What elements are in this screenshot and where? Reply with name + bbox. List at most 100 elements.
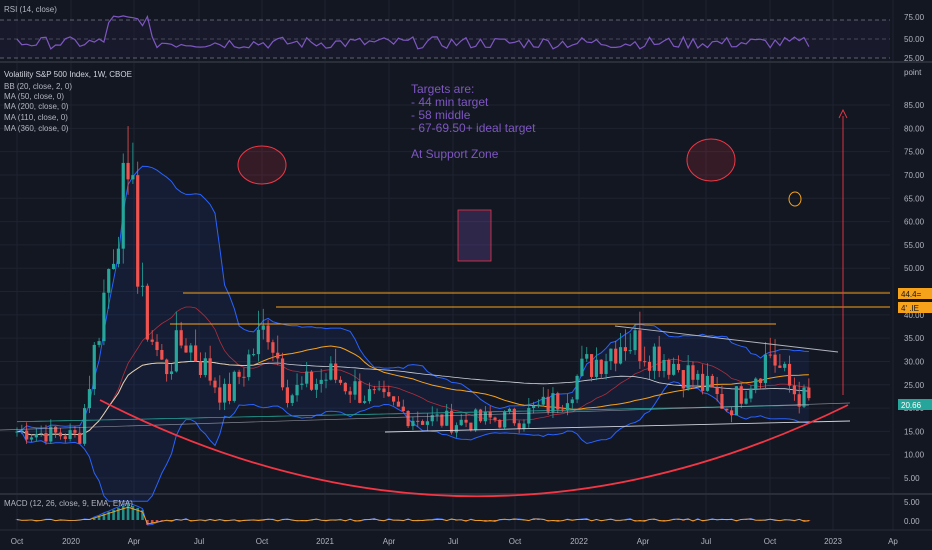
candle-body xyxy=(184,345,188,353)
price-tick-label: 10.00 xyxy=(904,451,925,460)
time-axis-label: 2021 xyxy=(316,537,334,546)
time-axis-label: Oct xyxy=(764,537,777,546)
candle-body xyxy=(348,391,352,395)
candle-body xyxy=(189,345,193,353)
candle-body xyxy=(338,379,343,383)
candle-body xyxy=(319,379,323,384)
candle-body xyxy=(358,381,362,403)
candle-body xyxy=(97,341,101,345)
candle-body xyxy=(34,433,38,438)
candle-body xyxy=(691,365,695,380)
candle-body xyxy=(169,371,174,375)
candle-body xyxy=(63,436,67,439)
candle-body xyxy=(387,392,391,397)
indicator-ma360-label[interactable]: MA (360, close, 0) xyxy=(4,124,69,133)
candle-body xyxy=(372,389,376,391)
candle-body xyxy=(686,365,690,389)
candle-body xyxy=(242,376,246,378)
candle-body xyxy=(551,393,555,412)
time-axis-label: Apr xyxy=(637,537,650,546)
candle-body xyxy=(276,352,280,359)
candle-body xyxy=(382,388,386,393)
time-axis-label: Jul xyxy=(701,537,711,546)
candle-body xyxy=(256,329,261,355)
candle-body xyxy=(725,408,729,411)
candle-body xyxy=(536,404,541,406)
candle-body xyxy=(599,359,603,374)
candle-body xyxy=(734,386,739,416)
indicator-bb-label[interactable]: BB (20, close, 2, 0) xyxy=(4,82,72,91)
candle-body xyxy=(768,354,772,356)
candle-body xyxy=(445,410,449,426)
candle-body xyxy=(29,437,34,440)
candle-body xyxy=(565,403,570,411)
chart-root: RSI (14, close) 75.00 50.00 25.00 Target… xyxy=(0,0,932,550)
candle-body xyxy=(266,325,270,343)
candle-body xyxy=(633,330,637,351)
candle-body xyxy=(247,354,251,378)
candle-body xyxy=(662,359,666,371)
candle-body xyxy=(78,432,82,444)
candle-body xyxy=(406,411,410,427)
indicator-ma50-label[interactable]: MA (50, close, 0) xyxy=(4,92,64,101)
candle-body xyxy=(474,409,478,431)
candle-body xyxy=(353,381,357,395)
candle-body xyxy=(541,396,545,405)
candle-body xyxy=(271,342,275,353)
candle-body xyxy=(802,387,806,407)
candle-body xyxy=(628,350,632,352)
candle-body xyxy=(507,408,512,412)
price-tick-label: 25.00 xyxy=(904,381,925,390)
highlight-ellipse-left xyxy=(237,145,287,185)
candle-body xyxy=(194,345,198,362)
indicator-ma200-label[interactable]: MA (200, close, 0) xyxy=(4,102,69,111)
candle-body xyxy=(15,431,19,433)
candle-body xyxy=(58,432,63,437)
candle-body xyxy=(213,380,217,388)
rsi-tick-25: 25.00 xyxy=(904,54,925,63)
candle-body xyxy=(435,414,439,416)
candle-body xyxy=(783,363,787,368)
candle-body xyxy=(20,430,24,432)
indicator-ma110-label[interactable]: MA (110, close, 0) xyxy=(4,113,68,122)
time-axis-label: Oct xyxy=(509,537,522,546)
candle-body xyxy=(198,361,203,376)
price-tick-label: 50.00 xyxy=(904,264,925,273)
candle-body xyxy=(763,354,768,383)
candle-body xyxy=(585,354,589,359)
annotation-line-6: At Support Zone xyxy=(411,147,499,161)
candle-body xyxy=(160,350,164,360)
price-tick-label: 80.00 xyxy=(904,124,925,133)
candle-body xyxy=(237,371,241,377)
candle-body xyxy=(136,175,140,287)
candle-body xyxy=(522,423,526,429)
candle-body xyxy=(121,162,125,249)
time-axis-label: Ap xyxy=(888,537,898,546)
price-tick-label: 55.00 xyxy=(904,241,925,250)
candle-body xyxy=(594,359,599,377)
candle-body xyxy=(107,269,111,293)
candle-body xyxy=(618,347,623,364)
macd-tick-5: 5.00 xyxy=(904,498,920,507)
candle-body xyxy=(532,405,536,408)
candle-body xyxy=(416,420,420,422)
candle-body xyxy=(102,292,106,342)
candle-body xyxy=(561,409,565,411)
candle-body xyxy=(512,408,516,424)
candle-body xyxy=(290,395,294,403)
symbol-title[interactable]: Volatility S&P 500 Index, 1W, CBOE xyxy=(4,70,132,79)
time-axis-label: 2023 xyxy=(824,537,842,546)
candle-body xyxy=(638,330,642,362)
candle-body xyxy=(657,346,661,371)
candle-body xyxy=(705,375,710,391)
annotation-line-2: - 44 min target xyxy=(411,95,489,109)
candle-body xyxy=(739,386,743,404)
candle-body xyxy=(667,359,671,375)
candle-body xyxy=(715,387,719,394)
price-tick-label: 30.00 xyxy=(904,357,925,366)
candle-body xyxy=(363,401,367,403)
candle-body xyxy=(232,371,236,401)
candle-body xyxy=(116,248,120,264)
rsi-tick-75: 75.00 xyxy=(904,13,925,22)
candle-body xyxy=(425,421,430,425)
